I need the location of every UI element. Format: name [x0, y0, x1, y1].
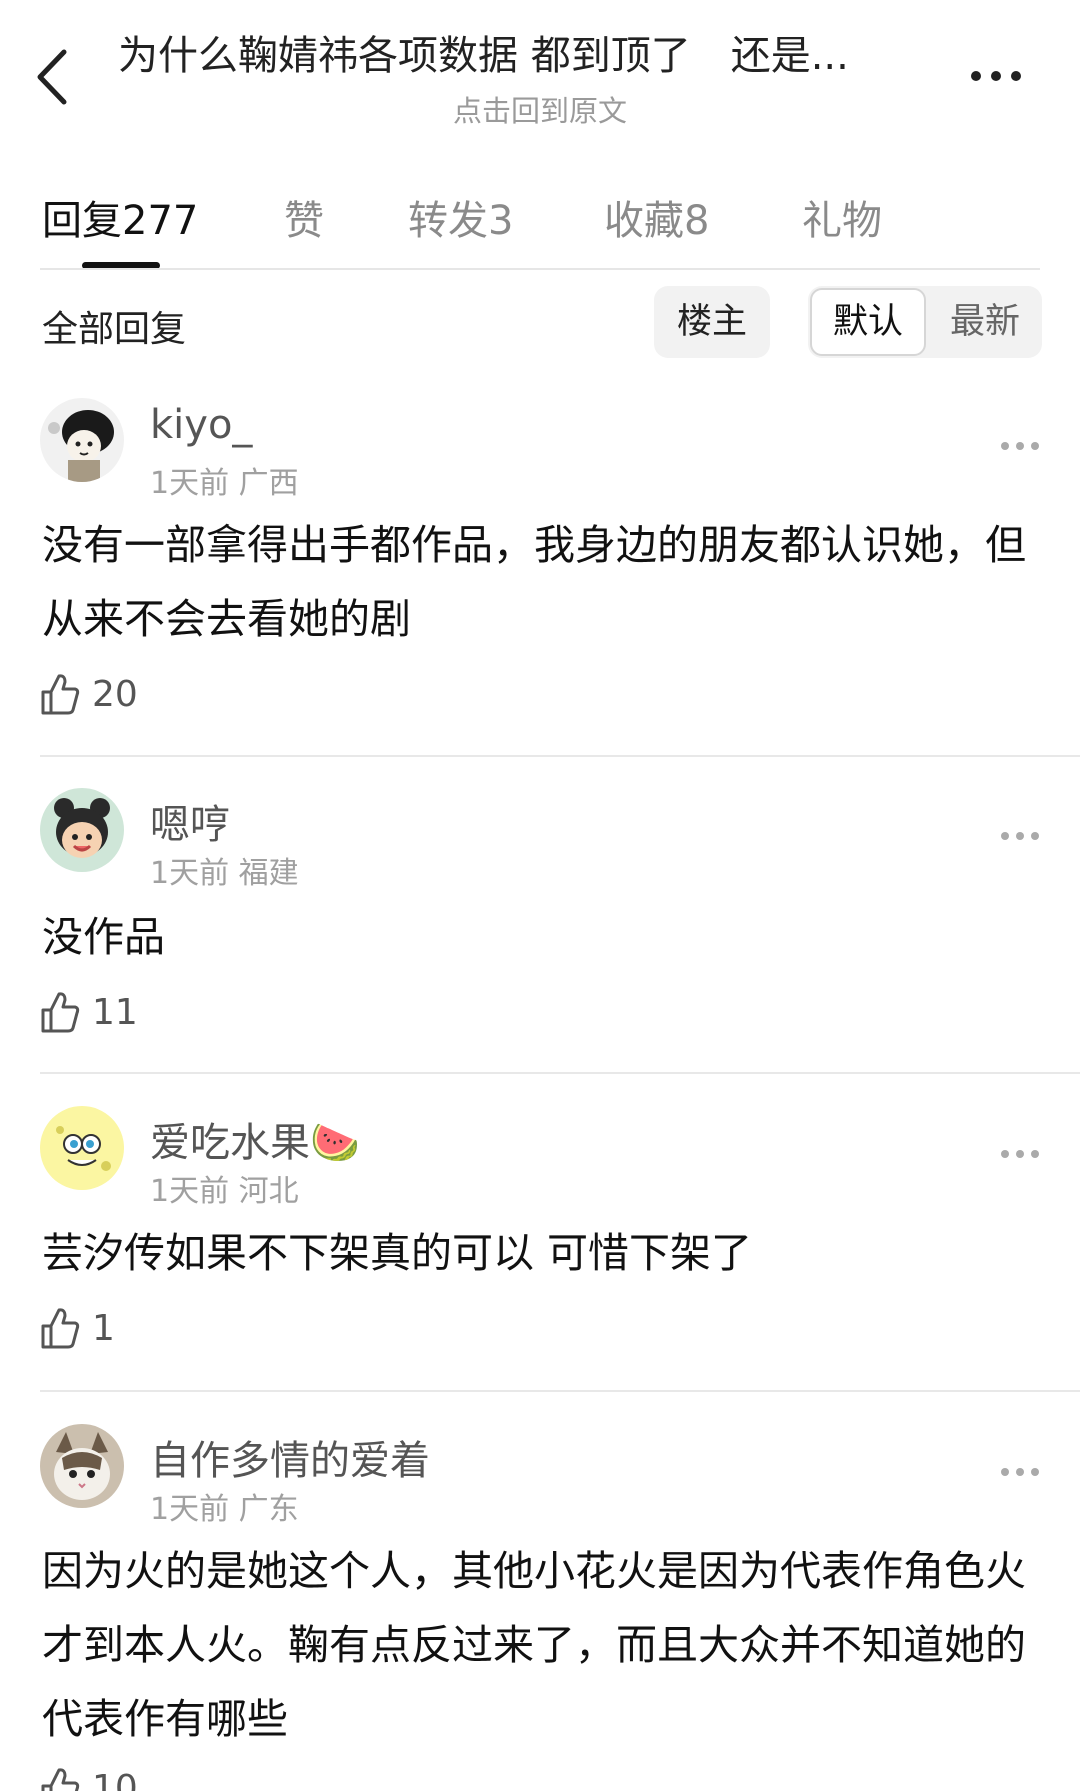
- avatar[interactable]: [40, 1106, 124, 1190]
- username[interactable]: 爱吃水果🍉: [150, 1110, 360, 1168]
- avatar-image: [40, 398, 124, 482]
- more-horizontal-icon: [1001, 832, 1039, 840]
- comment-location: 广西: [238, 466, 299, 501]
- comment-meta: 1天前 福建: [150, 848, 299, 892]
- tab-label: 收藏: [604, 198, 684, 244]
- top-bar: 为什么鞠婧祎各项数据 都到顶了 还是... 点击回到原文: [0, 0, 1080, 140]
- like-count: 1: [92, 1308, 115, 1349]
- comment-meta: 1天前 广西: [150, 458, 299, 502]
- tab-gifts[interactable]: 礼物: [802, 188, 882, 246]
- page-title[interactable]: 为什么鞠婧祎各项数据 都到顶了 还是...: [118, 30, 948, 82]
- username[interactable]: 自作多情的爱着: [150, 1428, 430, 1486]
- comment-meta: 1天前 广东: [150, 1484, 299, 1528]
- like-count: 10: [92, 1768, 138, 1791]
- comment-text: 没有一部拿得出手都作品，我身边的朋友都认识她，但从来不会去看她的剧: [42, 521, 1026, 643]
- tab-label: 转发: [408, 198, 488, 244]
- avatar[interactable]: [40, 1424, 124, 1508]
- reply-filter-bar: 全部回复 楼主 默认 最新: [0, 286, 1080, 360]
- like-count: 11: [92, 992, 138, 1033]
- tab-label: 赞: [284, 198, 324, 244]
- tab-favorites[interactable]: 收藏8: [604, 188, 709, 246]
- avatar[interactable]: [40, 398, 124, 482]
- comment-location: 广东: [238, 1492, 299, 1527]
- tabs-divider: [40, 268, 1040, 270]
- comment-more-button[interactable]: [998, 436, 1042, 456]
- more-horizontal-icon: [1001, 1468, 1039, 1476]
- comment-divider: [40, 1072, 1080, 1074]
- tab-bar: 回复277 赞 转发3 收藏8 礼物: [0, 180, 1080, 270]
- avatar-image: [40, 1424, 124, 1508]
- comment-meta: 1天前 河北: [150, 1166, 299, 1210]
- comment-divider: [40, 755, 1080, 757]
- comment-location: 福建: [238, 856, 299, 891]
- username[interactable]: 嗯哼: [150, 792, 230, 850]
- tab-replies[interactable]: 回复277: [42, 188, 198, 246]
- more-horizontal-icon: [1001, 442, 1039, 450]
- comment-more-button[interactable]: [998, 1144, 1042, 1164]
- comment-divider: [40, 1390, 1080, 1392]
- sort-latest-button[interactable]: 最新: [928, 286, 1042, 358]
- sort-default-button[interactable]: 默认: [810, 288, 926, 356]
- comment-time: 1天前: [150, 466, 230, 501]
- back-to-original-link[interactable]: 点击回到原文: [0, 88, 1080, 130]
- tab-reposts[interactable]: 转发3: [408, 188, 513, 246]
- comment-text: 芸汐传如果不下架真的可以 可惜下架了: [42, 1229, 753, 1277]
- comment-location: 河北: [238, 1174, 299, 1209]
- owner-only-button[interactable]: 楼主: [654, 286, 770, 358]
- tab-label: 回复: [42, 198, 122, 244]
- avatar-image: [40, 788, 124, 872]
- sort-toggle: 默认 最新: [808, 286, 1042, 358]
- all-replies-heading: 全部回复: [42, 309, 187, 350]
- thumbs-up-icon: [41, 1768, 80, 1791]
- more-horizontal-icon: [1001, 1150, 1039, 1158]
- tab-count: 3: [488, 198, 514, 244]
- more-horizontal-icon: [971, 71, 1021, 81]
- thumbs-up-icon: [41, 674, 80, 715]
- avatar-image: [40, 1106, 124, 1190]
- like-count: 20: [92, 674, 138, 715]
- comment-text: 因为火的是她这个人，其他小花火是因为代表作角色火才到本人火。鞠有点反过来了，而且…: [42, 1547, 1026, 1743]
- more-options-button[interactable]: [966, 56, 1026, 96]
- tab-label: 礼物: [802, 198, 882, 244]
- tab-likes[interactable]: 赞: [284, 188, 324, 246]
- comment-time: 1天前: [150, 1492, 230, 1527]
- username[interactable]: kiyo_: [150, 402, 252, 448]
- comment-time: 1天前: [150, 856, 230, 891]
- comment-more-button[interactable]: [998, 1462, 1042, 1482]
- comment-more-button[interactable]: [998, 826, 1042, 846]
- tab-count: 8: [684, 198, 710, 244]
- avatar[interactable]: [40, 788, 124, 872]
- comment-text: 没作品: [42, 913, 165, 961]
- tab-count: 277: [122, 198, 199, 244]
- thumbs-up-icon: [41, 1308, 80, 1349]
- thumbs-up-icon: [41, 992, 80, 1033]
- comment-time: 1天前: [150, 1174, 230, 1209]
